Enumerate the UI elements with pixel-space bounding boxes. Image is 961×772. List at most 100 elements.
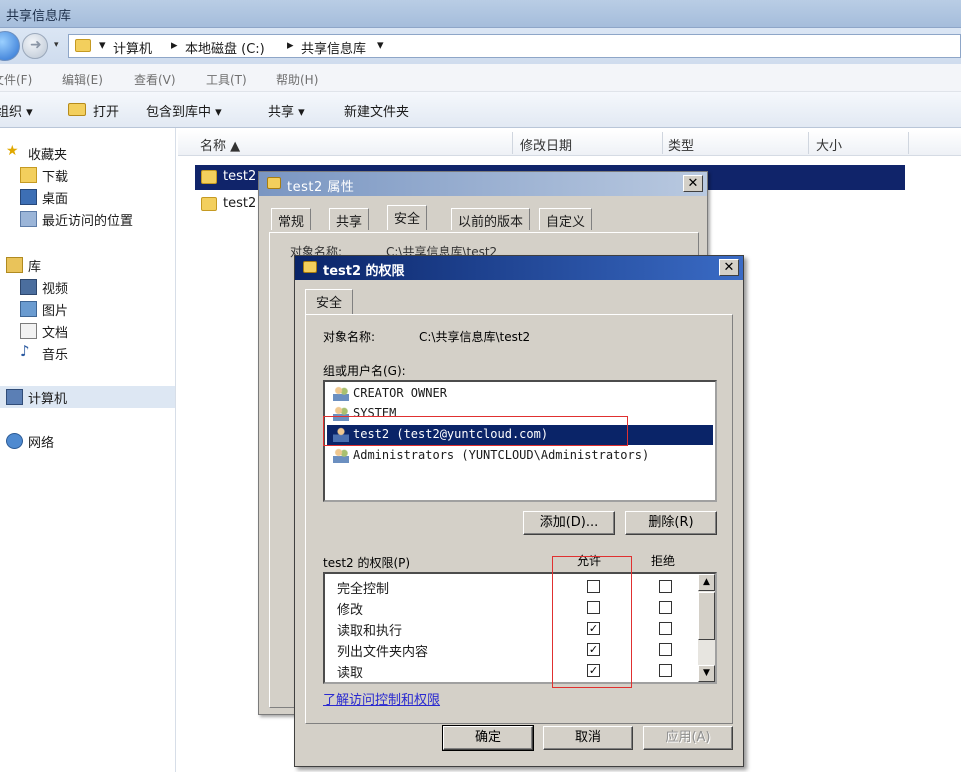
open-button[interactable]: 打开 <box>93 101 119 120</box>
organize-button[interactable]: 组织 ▾ <box>0 101 33 120</box>
tab-sharing[interactable]: 共享 <box>329 208 370 230</box>
file-list-header: 名称 ▲ 修改日期 类型 大小 <box>178 130 961 156</box>
permissions-table: 完全控制 修改 读取和执行 ✓ 列出文件夹内容 ✓ 读取 ✓ ▲ ▼ <box>323 572 717 684</box>
forward-button[interactable]: ➜ <box>22 33 48 59</box>
column-type[interactable]: 类型 <box>668 135 694 154</box>
column-divider[interactable] <box>662 132 663 154</box>
picture-icon <box>20 301 37 317</box>
tab-general[interactable]: 常规 <box>271 208 312 230</box>
principal-label: CREATOR OWNER <box>353 386 447 400</box>
forward-arrow-icon: ➜ <box>30 37 42 53</box>
computer-icon <box>6 389 23 405</box>
star-icon: ★ <box>6 143 19 159</box>
properties-title: test2 属性 <box>287 180 355 195</box>
nav-label: 下载 <box>42 170 69 185</box>
deny-checkbox[interactable] <box>659 643 672 656</box>
users-icon <box>333 448 349 463</box>
breadcrumb-share-library[interactable]: 共享信息库 <box>301 38 366 57</box>
scroll-up-icon[interactable]: ▲ <box>698 574 715 591</box>
nav-label: 文档 <box>42 326 69 341</box>
new-folder-button[interactable]: 新建文件夹 <box>344 101 409 120</box>
object-name-value: C:\共享信息库\test2 <box>419 330 531 344</box>
menu-view[interactable]: 查看(V) <box>134 71 176 88</box>
nav-label: 库 <box>28 260 42 275</box>
permissions-dialog: test2 的权限 ✕ 安全 对象名称: C:\共享信息库\test2 组或用户… <box>294 255 744 767</box>
nav-label: 桌面 <box>42 192 69 207</box>
open-folder-icon <box>68 103 86 116</box>
address-row: ➜ ▾ ▾ 计算机 ▸ 本地磁盘 (C:) ▸ 共享信息库 ▾ <box>0 28 961 64</box>
column-name[interactable]: 名称 ▲ <box>200 135 240 154</box>
tab-security[interactable]: 安全 <box>305 289 354 314</box>
deny-checkbox[interactable] <box>659 664 672 677</box>
document-icon <box>20 323 37 339</box>
scroll-down-icon[interactable]: ▼ <box>698 665 715 682</box>
back-button[interactable] <box>0 31 20 61</box>
library-icon <box>6 257 23 273</box>
crumb-separator-icon[interactable]: ▸ <box>287 38 294 53</box>
group-or-user-label: 组或用户名(G): <box>323 364 406 378</box>
toolbar: 组织 ▾ 打开 包含到库中 ▾ 共享 ▾ 新建文件夹 <box>0 92 961 128</box>
tab-previous-versions[interactable]: 以前的版本 <box>451 208 531 230</box>
permission-row-modify: 修改 <box>325 597 699 618</box>
apply-button[interactable]: 应用(A) <box>643 726 733 750</box>
tab-customize[interactable]: 自定义 <box>539 208 593 230</box>
column-size[interactable]: 大小 <box>816 135 842 154</box>
permission-row-list-folder: 列出文件夹内容 ✓ <box>325 639 699 660</box>
learn-access-control-link[interactable]: 了解访问控制和权限 <box>323 689 440 708</box>
tab-security[interactable]: 安全 <box>387 205 428 230</box>
nav-label: 图片 <box>42 304 69 319</box>
scroll-thumb[interactable] <box>698 592 715 640</box>
nav-label: 网络 <box>28 436 55 451</box>
menu-edit[interactable]: 编辑(E) <box>62 71 103 88</box>
menu-file[interactable]: 文件(F) <box>0 71 32 88</box>
folder-icon <box>75 39 91 52</box>
column-divider[interactable] <box>908 132 909 154</box>
add-button[interactable]: 添加(D)... <box>523 511 615 535</box>
breadcrumb-local-disk[interactable]: 本地磁盘 (C:) <box>185 38 265 57</box>
menu-tools[interactable]: 工具(T) <box>206 71 247 88</box>
close-icon[interactable]: ✕ <box>683 175 703 192</box>
breadcrumb-computer[interactable]: 计算机 <box>113 38 152 57</box>
permissions-title-bar: test2 的权限 ✕ <box>295 256 743 280</box>
permission-name: 修改 <box>337 603 364 618</box>
nav-computer[interactable]: 计算机 <box>0 386 175 408</box>
file-row[interactable]: test2 <box>195 192 265 216</box>
permissions-scrollbar[interactable]: ▲ ▼ <box>698 574 715 682</box>
ok-button[interactable]: 确定 <box>442 725 534 751</box>
nav-label: 计算机 <box>28 392 68 407</box>
remove-button[interactable]: 删除(R) <box>625 511 717 535</box>
file-name: test2 <box>223 196 257 211</box>
principal-item-creator-owner[interactable]: CREATOR OWNER <box>327 384 713 404</box>
permission-row-full-control: 完全控制 <box>325 576 699 597</box>
close-icon[interactable]: ✕ <box>719 259 739 276</box>
crumb-separator-icon[interactable]: ▸ <box>171 38 178 53</box>
share-button[interactable]: 共享 ▾ <box>268 101 305 120</box>
permissions-title: test2 的权限 <box>323 264 405 279</box>
address-bar[interactable]: ▾ 计算机 ▸ 本地磁盘 (C:) ▸ 共享信息库 ▾ <box>68 34 961 58</box>
navigation-pane: ★ 收藏夹 下载 桌面 最近访问的位置 库 视频 图片 文档 ♪ 音乐 计算机 … <box>0 128 176 772</box>
deny-checkbox[interactable] <box>659 601 672 614</box>
menu-help[interactable]: 帮助(H) <box>276 71 318 88</box>
column-divider[interactable] <box>808 132 809 154</box>
recent-places-icon <box>20 211 37 227</box>
include-in-library-button[interactable]: 包含到库中 ▾ <box>146 101 222 120</box>
deny-checkbox[interactable] <box>659 622 672 635</box>
crumb-dropdown-icon[interactable]: ▾ <box>377 38 384 53</box>
cancel-button[interactable]: 取消 <box>543 726 633 750</box>
window-title-bar: 共享信息库 <box>0 0 961 28</box>
deny-column-header: 拒绝 <box>651 554 676 568</box>
downloads-icon <box>20 167 37 183</box>
column-modified[interactable]: 修改日期 <box>520 135 572 154</box>
column-divider[interactable] <box>512 132 513 154</box>
folder-icon <box>267 177 281 189</box>
permission-row-read: 读取 ✓ <box>325 660 699 681</box>
history-dropdown-icon[interactable]: ▾ <box>54 40 59 50</box>
crumb-separator-icon[interactable]: ▾ <box>99 38 106 53</box>
nav-label: 最近访问的位置 <box>42 214 134 229</box>
permission-name: 完全控制 <box>337 582 390 597</box>
properties-title-bar: test2 属性 ✕ <box>259 172 707 196</box>
folder-icon <box>201 170 217 184</box>
deny-checkbox[interactable] <box>659 580 672 593</box>
folder-icon <box>201 197 217 211</box>
principal-item-administrators[interactable]: Administrators (YUNTCLOUD\Administrators… <box>327 446 713 466</box>
